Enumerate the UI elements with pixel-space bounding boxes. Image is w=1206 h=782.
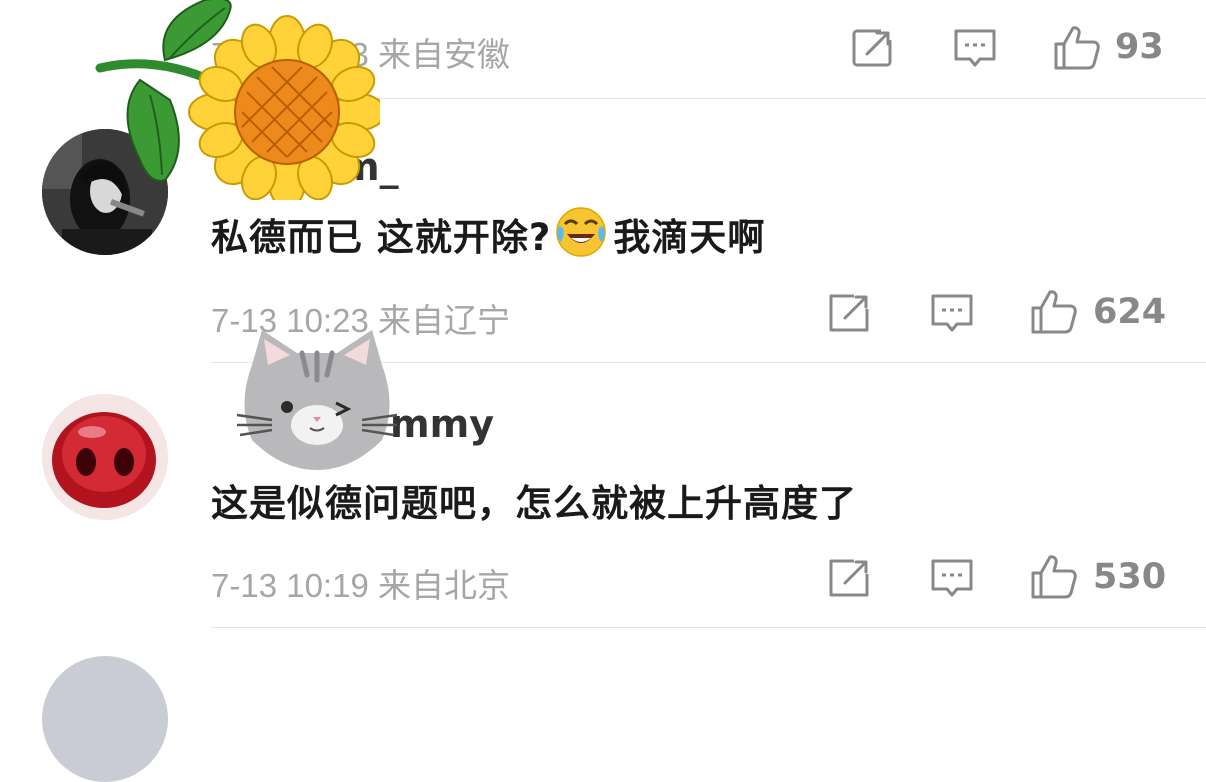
divider bbox=[211, 98, 1206, 99]
username[interactable]: m_ bbox=[340, 145, 399, 189]
divider bbox=[211, 627, 1206, 628]
divider bbox=[211, 362, 1206, 363]
comment-icon[interactable] bbox=[930, 291, 974, 335]
comment-meta: 7-13 10:23 来自辽宁 bbox=[211, 302, 510, 339]
comment-icon[interactable] bbox=[930, 556, 974, 600]
share-icon[interactable] bbox=[828, 556, 872, 600]
share-icon[interactable] bbox=[851, 26, 895, 70]
comment-text: 私德而已 这就开除? 我滴天啊 bbox=[211, 206, 765, 261]
comment-icon[interactable] bbox=[953, 26, 997, 70]
thumbs-up-icon[interactable] bbox=[1030, 553, 1078, 601]
thumbs-up-icon[interactable] bbox=[1030, 288, 1078, 336]
like-count: 93 bbox=[1115, 27, 1164, 67]
thumbs-up-icon[interactable] bbox=[1053, 24, 1101, 72]
avatar[interactable] bbox=[42, 129, 168, 255]
comment-meta: 7-13 10:23 来自安徽 bbox=[211, 36, 510, 73]
comment-text-part: 我滴天啊 bbox=[613, 216, 766, 259]
comment-meta: 7-13 10:19 来自北京 bbox=[211, 567, 510, 604]
username[interactable]: mmy bbox=[390, 402, 494, 446]
comment-item: mmy 这是似德问题吧，怎么就被上升高度了 7-13 10:19 来自北京 53… bbox=[0, 365, 1206, 630]
like-count: 624 bbox=[1093, 292, 1167, 332]
comment-item: m_ 私德而已 这就开除? 我滴天啊 7-13 10:23 来自辽宁 624 bbox=[0, 100, 1206, 365]
comment-text-part: 私德而已 这就开除? bbox=[211, 216, 552, 259]
comment-item: 7-13 10:23 来自安徽 93 bbox=[0, 0, 1206, 100]
like-count: 530 bbox=[1093, 557, 1167, 597]
comment-text: 这是似德问题吧，怎么就被上升高度了 bbox=[211, 482, 857, 525]
laughing-crying-emoji-icon bbox=[556, 207, 607, 257]
avatar[interactable] bbox=[42, 656, 168, 782]
share-icon[interactable] bbox=[828, 291, 872, 335]
avatar[interactable] bbox=[42, 394, 168, 520]
